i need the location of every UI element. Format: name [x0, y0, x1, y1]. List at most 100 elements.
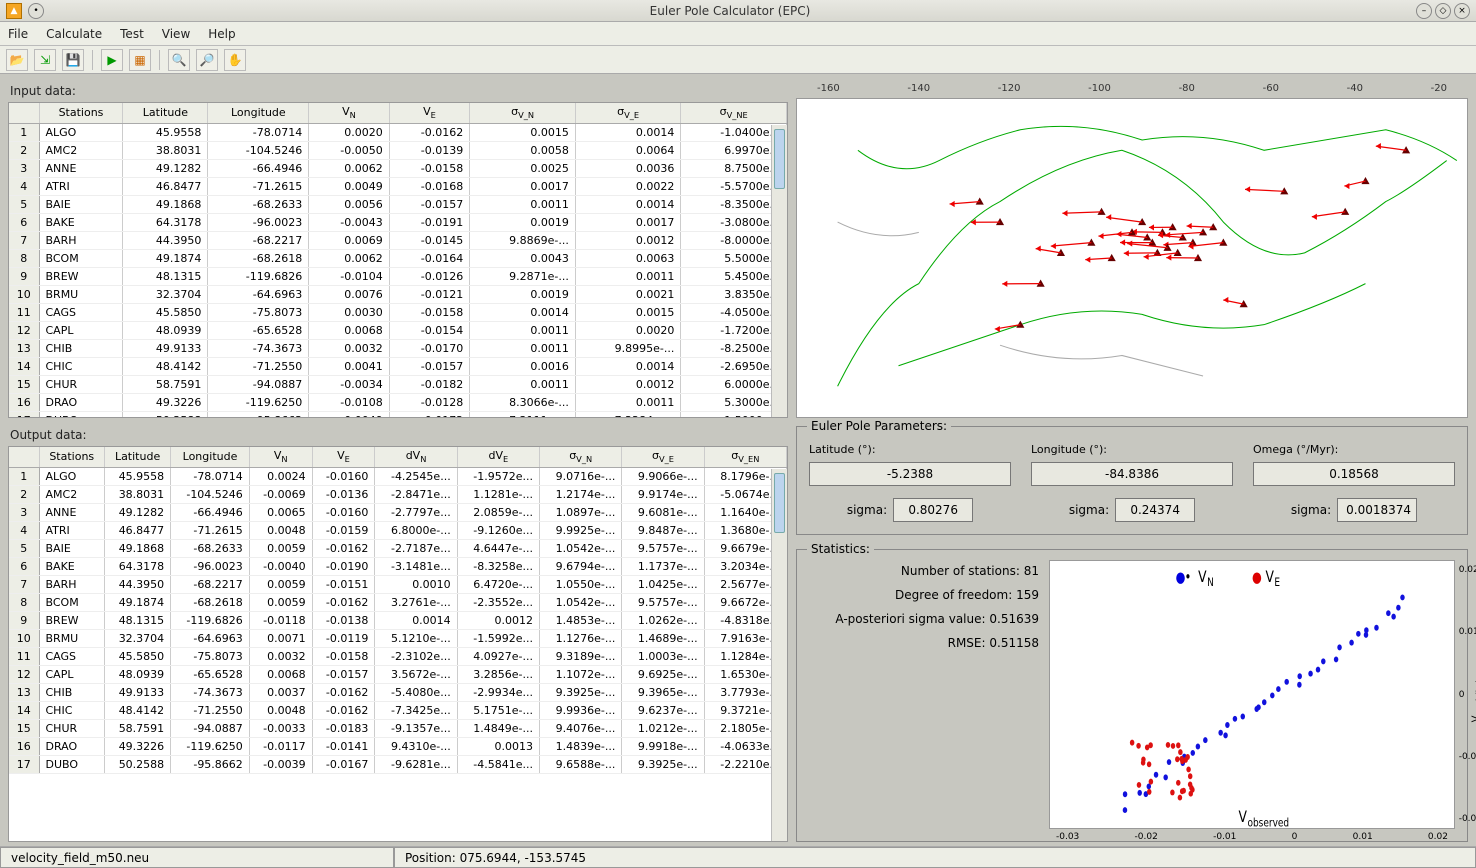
- table-row[interactable]: 4ATRI46.8477-71.26150.0049-0.01680.00170…: [9, 177, 787, 195]
- table-row[interactable]: 13CHIB49.9133-74.36730.0037-0.0162-5.408…: [9, 683, 787, 701]
- import-icon[interactable]: ⇲: [34, 49, 56, 71]
- table-row[interactable]: 2AMC238.8031-104.5246-0.0069-0.0136-2.84…: [9, 485, 787, 503]
- col-header[interactable]: VE: [312, 447, 375, 467]
- data-cell: 2.0859e-...: [457, 503, 539, 521]
- table-row[interactable]: 9BREW48.1315-119.6826-0.0118-0.01380.001…: [9, 611, 787, 629]
- col-header[interactable]: σV_NE: [681, 103, 787, 123]
- col-header[interactable]: dVE: [457, 447, 539, 467]
- table-row[interactable]: 3ANNE49.1282-66.49460.0065-0.0160-2.7797…: [9, 503, 787, 521]
- menu-view[interactable]: View: [162, 27, 190, 41]
- row-number: 15: [9, 719, 39, 737]
- data-cell: 0.0019: [470, 213, 576, 231]
- table-row[interactable]: 11CAGS45.5850-75.80730.0030-0.01580.0014…: [9, 303, 787, 321]
- col-header[interactable]: Stations: [39, 103, 123, 123]
- menu-help[interactable]: Help: [208, 27, 235, 41]
- table-row[interactable]: 1ALGO45.9558-78.07140.0020-0.01620.00150…: [9, 123, 787, 141]
- table-row[interactable]: 8BCOM49.1874-68.26180.0062-0.01640.00430…: [9, 249, 787, 267]
- col-header[interactable]: σV_EN: [704, 447, 786, 467]
- data-cell: -0.0162: [312, 539, 375, 557]
- scrollbar[interactable]: [771, 469, 787, 841]
- row-number: 4: [9, 177, 39, 195]
- euler-params-legend: Euler Pole Parameters:: [807, 419, 951, 433]
- col-header[interactable]: σV_N: [470, 103, 576, 123]
- data-cell: -0.0158: [389, 303, 470, 321]
- row-number: 5: [9, 195, 39, 213]
- menu-test[interactable]: Test: [120, 27, 144, 41]
- statistics-legend: Statistics:: [807, 542, 874, 556]
- output-table[interactable]: StationsLatitudeLongitudeVNVEdVNdVEσV_Nσ…: [8, 446, 788, 842]
- minimize-button[interactable]: –: [1416, 3, 1432, 19]
- table-row[interactable]: 16DRAO49.3226-119.6250-0.0108-0.01288.30…: [9, 393, 787, 411]
- close-button[interactable]: ×: [1454, 3, 1470, 19]
- col-header[interactable]: σV_N: [540, 447, 622, 467]
- table-row[interactable]: 7BARH44.3950-68.22170.0059-0.01510.00106…: [9, 575, 787, 593]
- table-row[interactable]: 17DUBO50.2588-95.8662-0.0049-0.01727.211…: [9, 411, 787, 418]
- table-row[interactable]: 11CAGS45.5850-75.80730.0032-0.0158-2.310…: [9, 647, 787, 665]
- zoom-out-icon[interactable]: 🔎: [196, 49, 218, 71]
- col-header[interactable]: Stations: [39, 447, 104, 467]
- station-cell: CAGS: [39, 647, 104, 665]
- maximize-button[interactable]: ◇: [1435, 3, 1451, 19]
- menu-file[interactable]: File: [8, 27, 28, 41]
- menu-dot-icon[interactable]: •: [28, 3, 44, 19]
- row-number: 12: [9, 321, 39, 339]
- data-cell: -119.6826: [171, 611, 250, 629]
- open-file-icon[interactable]: 📂: [6, 49, 28, 71]
- col-header[interactable]: Latitude: [104, 447, 170, 467]
- data-cell: 3.5672e-...: [375, 665, 457, 683]
- data-cell: 0.0068: [249, 665, 312, 683]
- pan-icon[interactable]: ✋: [224, 49, 246, 71]
- data-cell: -0.0039: [249, 755, 312, 773]
- col-header[interactable]: VE: [389, 103, 470, 123]
- scatter-plot[interactable]: • ● VN ● VE Vobserved -0.03-0.02-0.0100.…: [1049, 560, 1455, 829]
- table-row[interactable]: 4ATRI46.8477-71.26150.0048-0.01596.8000e…: [9, 521, 787, 539]
- col-header[interactable]: [9, 447, 39, 467]
- scrollbar[interactable]: [771, 125, 787, 417]
- table-row[interactable]: 1ALGO45.9558-78.07140.0024-0.0160-4.2545…: [9, 467, 787, 485]
- input-table[interactable]: StationsLatitudeLongitudeVNVEσV_NσV_EσV_…: [8, 102, 788, 418]
- data-cell: -74.3673: [208, 339, 309, 357]
- map-plot[interactable]: -160-140-120-100-80-60-40-20 70605040302…: [796, 98, 1468, 418]
- zoom-in-icon[interactable]: 🔍: [168, 49, 190, 71]
- col-header[interactable]: dVN: [375, 447, 457, 467]
- table-row[interactable]: 14CHIC48.4142-71.25500.0041-0.01570.0016…: [9, 357, 787, 375]
- col-header[interactable]: VN: [309, 103, 390, 123]
- table-row[interactable]: 17DUBO50.2588-95.8662-0.0039-0.0167-9.62…: [9, 755, 787, 773]
- table-row[interactable]: 6BAKE64.3178-96.0023-0.0040-0.0190-3.148…: [9, 557, 787, 575]
- table-row[interactable]: 12CAPL48.0939-65.65280.0068-0.01573.5672…: [9, 665, 787, 683]
- table-row[interactable]: 10BRMU32.3704-64.69630.0071-0.01195.1210…: [9, 629, 787, 647]
- col-header[interactable]: σV_E: [575, 103, 681, 123]
- table-row[interactable]: 12CAPL48.0939-65.65280.0068-0.01540.0011…: [9, 321, 787, 339]
- table-row[interactable]: 5BAIE49.1868-68.26330.0056-0.01570.00110…: [9, 195, 787, 213]
- run-icon[interactable]: ▶: [101, 49, 123, 71]
- data-cell: 0.0065: [249, 503, 312, 521]
- col-header[interactable]: Longitude: [208, 103, 309, 123]
- table-row[interactable]: 2AMC238.8031-104.5246-0.0050-0.01390.005…: [9, 141, 787, 159]
- row-number: 4: [9, 521, 39, 539]
- station-cell: DRAO: [39, 737, 104, 755]
- col-header[interactable]: Longitude: [171, 447, 250, 467]
- table-row[interactable]: 7BARH44.3950-68.22170.0069-0.01459.8869e…: [9, 231, 787, 249]
- table-row[interactable]: 13CHIB49.9133-74.36730.0032-0.01700.0011…: [9, 339, 787, 357]
- data-cell: -78.0714: [208, 123, 309, 141]
- data-cell: 9.9066e-...: [622, 467, 704, 485]
- col-header[interactable]: VN: [249, 447, 312, 467]
- table-row[interactable]: 5BAIE49.1868-68.26330.0059-0.0162-2.7187…: [9, 539, 787, 557]
- table-row[interactable]: 6BAKE64.3178-96.0023-0.0043-0.01910.0019…: [9, 213, 787, 231]
- table-row[interactable]: 15CHUR58.7591-94.0887-0.0034-0.01820.001…: [9, 375, 787, 393]
- col-header[interactable]: σV_E: [622, 447, 704, 467]
- save-icon[interactable]: 💾: [62, 49, 84, 71]
- menu-calculate[interactable]: Calculate: [46, 27, 102, 41]
- col-header[interactable]: Latitude: [123, 103, 208, 123]
- data-cell: 45.5850: [123, 303, 208, 321]
- table-row[interactable]: 10BRMU32.3704-64.69630.0076-0.01210.0019…: [9, 285, 787, 303]
- table-row[interactable]: 3ANNE49.1282-66.49460.0062-0.01580.00250…: [9, 159, 787, 177]
- col-header[interactable]: [9, 103, 39, 123]
- svg-text:V: V: [1198, 568, 1207, 586]
- table-row[interactable]: 16DRAO49.3226-119.6250-0.0117-0.01419.43…: [9, 737, 787, 755]
- table-row[interactable]: 9BREW48.1315-119.6826-0.0104-0.01269.287…: [9, 267, 787, 285]
- table-row[interactable]: 14CHIC48.4142-71.25500.0048-0.0162-7.342…: [9, 701, 787, 719]
- table-row[interactable]: 8BCOM49.1874-68.26180.0059-0.01623.2761e…: [9, 593, 787, 611]
- table-row[interactable]: 15CHUR58.7591-94.0887-0.0033-0.0183-9.13…: [9, 719, 787, 737]
- grid-icon[interactable]: ▦: [129, 49, 151, 71]
